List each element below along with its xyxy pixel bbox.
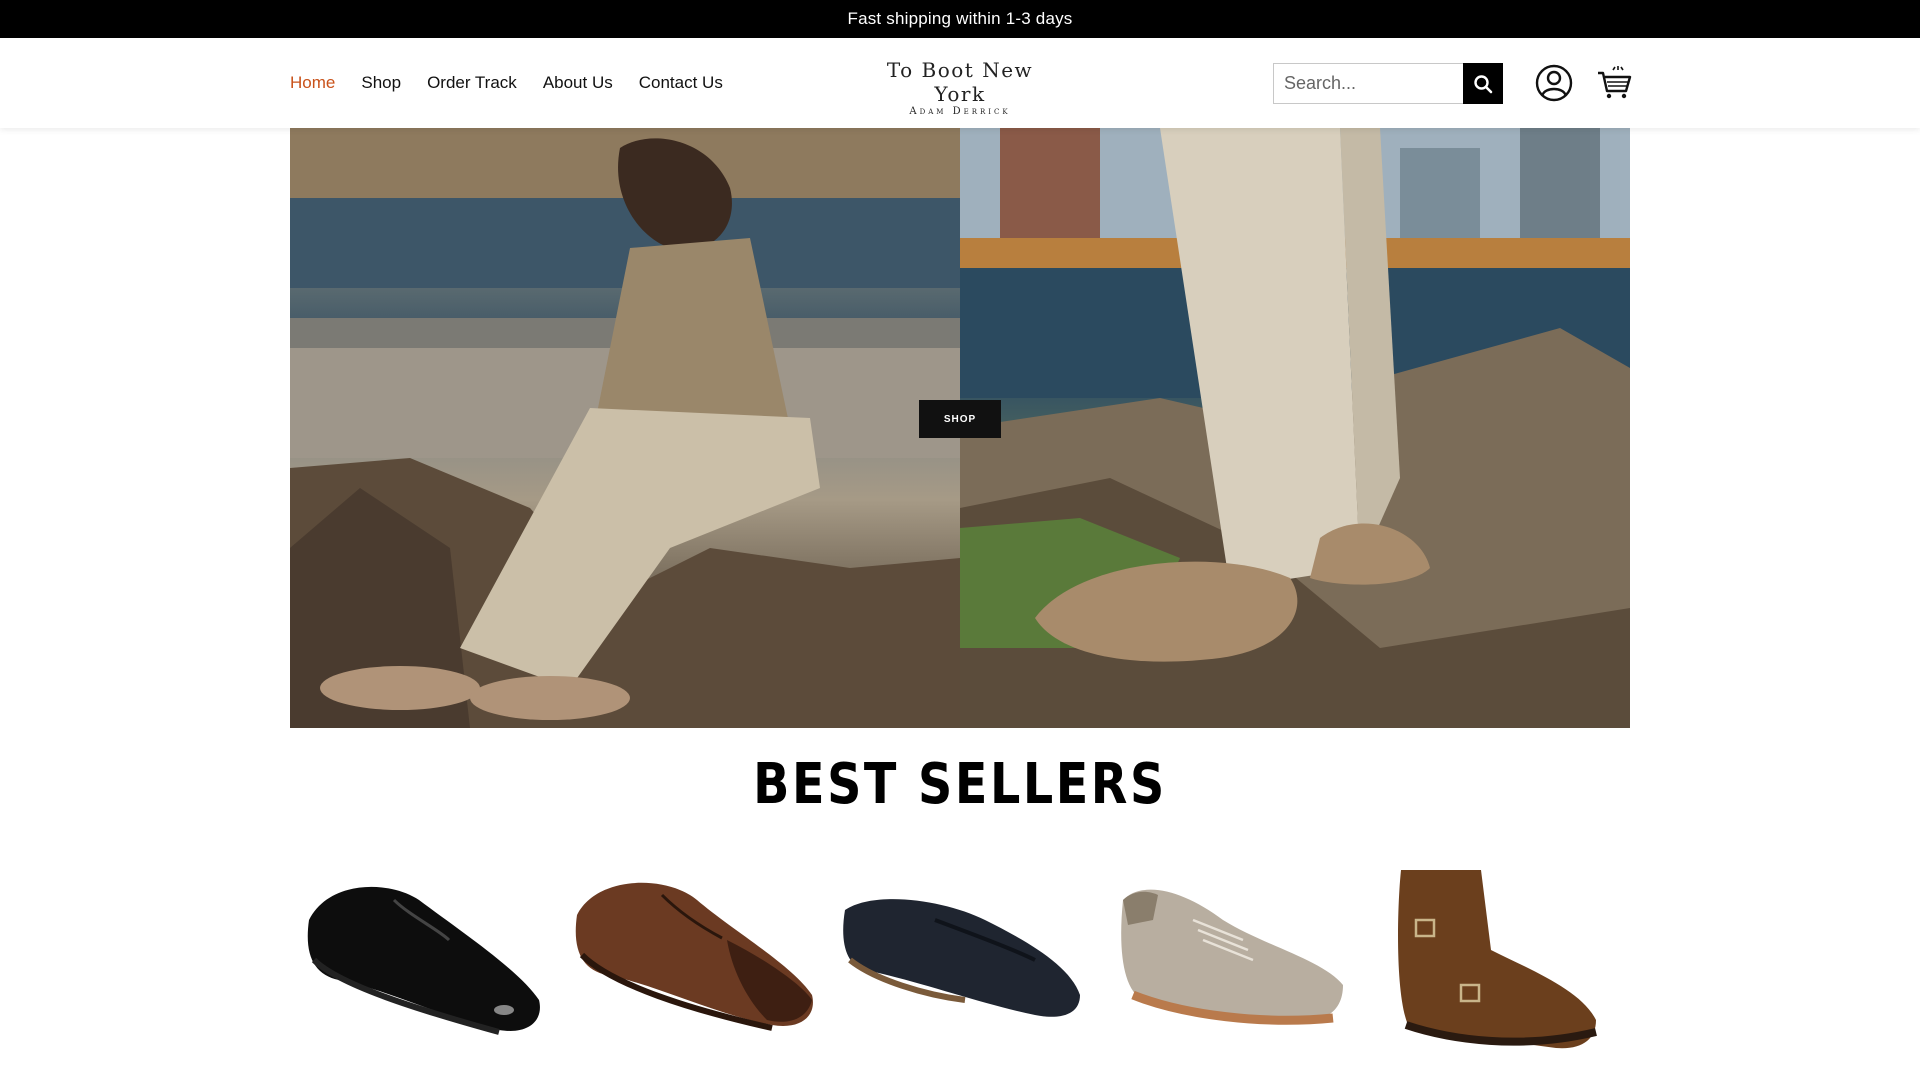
hero-scene-left [290, 128, 960, 728]
hero-banner[interactable]: SHOP [290, 128, 1630, 728]
best-sellers-grid [290, 860, 1630, 1080]
brown-monk-boot-image [1398, 870, 1597, 1049]
hero-image-right [960, 128, 1630, 728]
logo-wordmark: To Boot New York [886, 58, 1034, 106]
black-derby-shoe-image [307, 886, 540, 1035]
user-icon [1535, 64, 1573, 102]
nav-order-track[interactable]: Order Track [427, 73, 517, 93]
main-nav: Home Shop Order Track About Us Contact U… [290, 38, 723, 128]
brown-derby-shoe-image [575, 882, 813, 1031]
product-card[interactable] [1362, 860, 1630, 1080]
account-button[interactable] [1534, 62, 1574, 104]
search-button[interactable] [1463, 63, 1503, 104]
product-card[interactable] [826, 860, 1094, 1080]
shop-cta-button[interactable]: SHOP [919, 400, 1001, 438]
hero-scene-right [960, 128, 1630, 728]
search-bar [1273, 63, 1503, 104]
search-icon [1474, 74, 1493, 93]
logo-subline: Adam Derrick [909, 106, 1011, 117]
navy-suede-loafer-image [843, 899, 1080, 1017]
cart-icon [1598, 66, 1632, 99]
announcement-text: Fast shipping within 1-3 days [847, 9, 1073, 28]
hero-image-left [290, 128, 960, 728]
site-logo[interactable]: To Boot New York Adam Derrick [860, 58, 1060, 117]
best-sellers-title: BEST SELLERS [753, 752, 1167, 817]
product-card[interactable] [1094, 860, 1362, 1080]
grey-suede-sneaker-image [1121, 889, 1343, 1025]
announcement-bar: Fast shipping within 1-3 days [0, 0, 1920, 38]
site-header: Home Shop Order Track About Us Contact U… [0, 38, 1920, 128]
nav-home[interactable]: Home [290, 73, 335, 93]
product-card[interactable] [290, 860, 558, 1080]
nav-about-us[interactable]: About Us [543, 73, 613, 93]
nav-contact-us[interactable]: Contact Us [639, 73, 723, 93]
product-card[interactable] [558, 860, 826, 1080]
nav-shop[interactable]: Shop [361, 73, 401, 93]
search-input[interactable] [1273, 63, 1463, 104]
cart-button[interactable] [1594, 62, 1634, 104]
